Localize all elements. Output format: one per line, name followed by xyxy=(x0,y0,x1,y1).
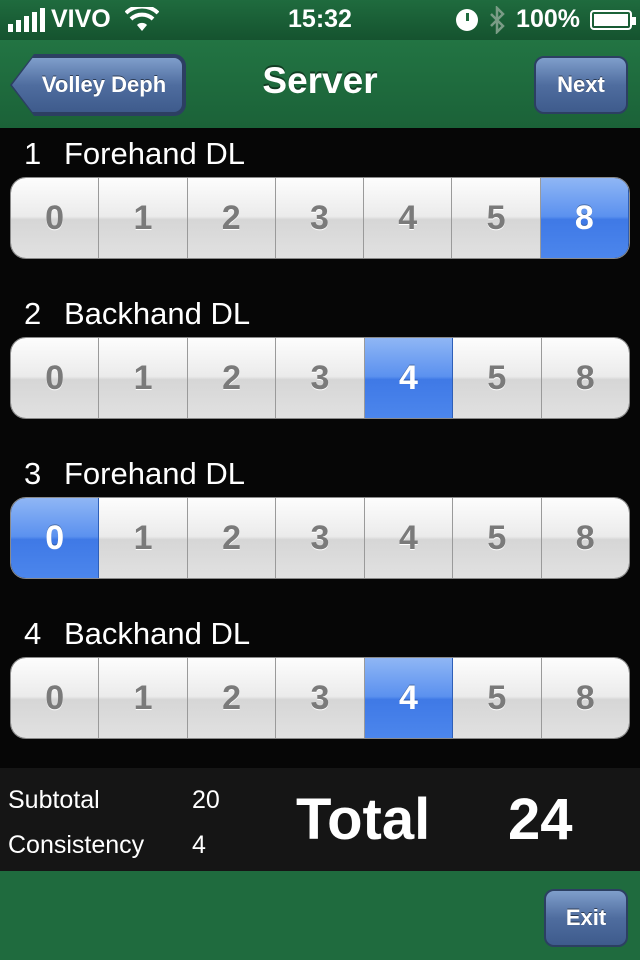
score-segment[interactable]: 3 xyxy=(275,178,365,258)
status-bar: VIVO 15:32 100% xyxy=(0,0,640,40)
score-segmented-control: 0 1 2 3 4 5 8 xyxy=(10,497,630,579)
score-segmented-control: 0 1 2 3 4 5 8 xyxy=(10,177,630,259)
row-title: Forehand DL xyxy=(64,456,245,491)
row-number: 3 xyxy=(24,456,42,491)
score-segment[interactable]: 2 xyxy=(187,658,277,738)
subtotal-label: Subtotal xyxy=(8,786,100,814)
row-label: 1 Forehand DL xyxy=(24,136,245,172)
row-label: 3 Forehand DL xyxy=(24,456,245,492)
next-button[interactable]: Next xyxy=(534,56,628,114)
score-segment[interactable]: 2 xyxy=(187,498,277,578)
consistency-value: 4 xyxy=(192,831,206,859)
score-segment[interactable]: 8 xyxy=(540,178,629,258)
consistency-label: Consistency xyxy=(8,831,145,859)
subtotal-value: 20 xyxy=(192,786,220,814)
score-segment[interactable]: 1 xyxy=(99,658,188,738)
score-segment[interactable]: 4 xyxy=(364,658,454,738)
score-segment[interactable]: 1 xyxy=(99,498,188,578)
totals-panel: Subtotal 20 Consistency 4 Total 24 xyxy=(0,768,640,871)
score-segment[interactable]: 8 xyxy=(541,498,629,578)
score-segment[interactable]: 8 xyxy=(541,338,629,418)
score-segment[interactable]: 0 xyxy=(11,178,100,258)
score-segment[interactable]: 8 xyxy=(541,658,629,738)
row-number: 2 xyxy=(24,296,42,331)
scoring-list: 1 Forehand DL 0 1 2 3 4 5 8 2 Backhand DL … xyxy=(0,128,640,768)
bottom-toolbar: Exit xyxy=(0,871,640,960)
score-segment[interactable]: 4 xyxy=(364,178,453,258)
score-segment[interactable]: 5 xyxy=(453,658,542,738)
score-segment[interactable]: 5 xyxy=(452,178,541,258)
score-segment[interactable]: 5 xyxy=(453,338,542,418)
score-segmented-control: 0 1 2 3 4 5 8 xyxy=(10,657,630,739)
clock-icon xyxy=(456,8,479,31)
score-segment[interactable]: 2 xyxy=(187,338,277,418)
score-segment[interactable]: 5 xyxy=(453,498,542,578)
row-label: 4 Backhand DL xyxy=(24,616,250,652)
score-segment[interactable]: 3 xyxy=(276,658,365,738)
navigation-bar: Volley Deph Server Next xyxy=(0,40,640,129)
score-segment[interactable]: 4 xyxy=(364,498,454,578)
bluetooth-icon xyxy=(490,5,505,34)
score-segment[interactable]: 3 xyxy=(276,338,365,418)
row-title: Backhand DL xyxy=(64,616,251,651)
row-title: Forehand DL xyxy=(64,136,245,171)
score-segment[interactable]: 0 xyxy=(11,338,100,418)
row-label: 2 Backhand DL xyxy=(24,296,250,332)
score-segment[interactable]: 4 xyxy=(364,338,454,418)
score-segment[interactable]: 1 xyxy=(99,338,188,418)
total-value: 24 xyxy=(508,787,573,852)
exit-button[interactable]: Exit xyxy=(544,889,628,947)
score-segmented-control: 0 1 2 3 4 5 8 xyxy=(10,337,630,419)
status-right: 100% xyxy=(456,5,636,34)
score-segment[interactable]: 2 xyxy=(187,178,276,258)
score-segment[interactable]: 1 xyxy=(99,178,188,258)
score-segment[interactable]: 0 xyxy=(11,498,100,578)
score-segment[interactable]: 3 xyxy=(276,498,365,578)
row-number: 4 xyxy=(24,616,42,651)
score-segment[interactable]: 0 xyxy=(11,658,100,738)
battery-percent: 100% xyxy=(516,5,580,33)
total-label: Total xyxy=(296,787,431,852)
row-title: Backhand DL xyxy=(64,296,251,331)
row-number: 1 xyxy=(24,136,42,171)
battery-icon xyxy=(590,9,636,30)
